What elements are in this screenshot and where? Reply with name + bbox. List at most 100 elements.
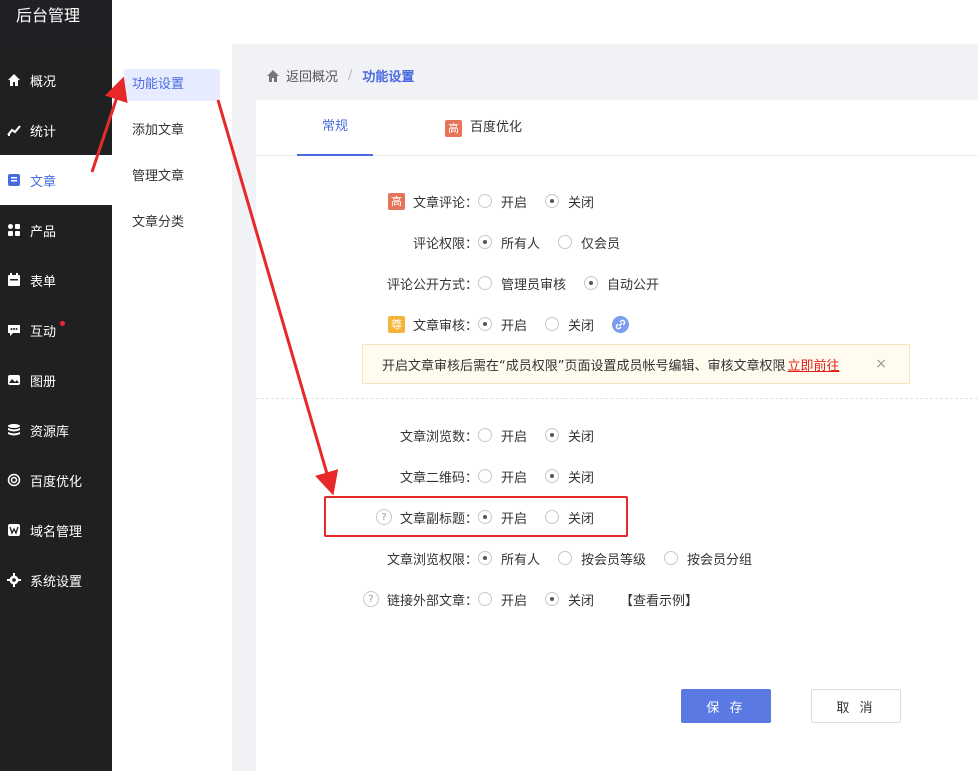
notice-go-link[interactable]: 立即前往 [787,355,839,374]
sidebar-item-label: 产品 [30,224,57,240]
radio-comment-public-auto[interactable]: 自动公开 [584,274,659,293]
radio-qrcode-off[interactable]: 关闭 [545,467,594,486]
radio-review-on[interactable]: 开启 [478,315,527,334]
setting-row-external-link: ? 链接外部文章： 开启 关闭 【查看示例】 [332,588,698,610]
setting-row-qrcode: 文章二维码： 开启 关闭 [358,465,612,487]
tab-general[interactable]: 常规 [297,100,373,156]
sidebar-item-domain[interactable]: 域名管理 [0,505,112,555]
radio-comment-on[interactable]: 开启 [478,192,527,211]
sidebar-item-label: 互动 [30,324,57,340]
sidebar-item-overview[interactable]: 概况 [0,55,112,105]
submenu-item-manage-articles[interactable]: 管理文章 [124,161,220,193]
sidebar-nav: 概况 统计 文章 产品 表单 互动 图册 资源库 百度优化 域名管理 系统设置 [0,55,112,605]
target-icon [7,473,21,487]
tab-label: 百度优化 [470,120,523,135]
radio-comment-public-review[interactable]: 管理员审核 [478,274,566,293]
w-icon [7,523,21,537]
notification-dot [60,321,65,326]
sidebar-item-label: 资源库 [30,424,70,440]
main-content: 返回概况 / 功能设置 常规 高 百度优化 高 文章评论： 开启 关闭 评论权限… [232,44,978,771]
advanced-badge: 高 [445,119,462,137]
premium-badge: 尊 [387,315,405,333]
sidebar-item-label: 文章 [30,174,57,190]
app-title: 后台管理 [0,0,112,44]
radio-external-link-off[interactable]: 关闭 [545,590,594,609]
setting-label: 链接外部文章： [386,593,478,609]
article-icon [7,173,21,187]
sidebar-item-label: 表单 [30,274,57,290]
radio-view-permission-level[interactable]: 按会员等级 [558,549,646,568]
radio-review-off[interactable]: 关闭 [545,315,594,334]
cancel-button[interactable]: 取 消 [811,689,901,723]
grid-icon [7,223,21,237]
sidebar-item-label: 系统设置 [30,574,83,590]
gear-icon [7,573,21,587]
sidebar-item-label: 图册 [30,374,57,390]
sidebar-item-product[interactable]: 产品 [0,205,112,255]
setting-row-review: 尊 文章审核： 开启 关闭 [358,313,630,335]
help-icon[interactable]: ? [362,591,379,607]
setting-label: 文章浏览数： [399,429,478,445]
view-example-link[interactable]: 【查看示例】 [620,590,698,609]
main-sidebar: 后台管理 概况 统计 文章 产品 表单 互动 图册 资源库 百度优化 域名管理 … [0,0,112,771]
setting-row-view-permission: 文章浏览权限： 所有人 按会员等级 按会员分组 [358,547,770,569]
tab-baidu-seo[interactable]: 高 百度优化 [445,100,522,156]
chart-icon [7,123,21,137]
breadcrumb: 返回概况 / 功能设置 [266,66,414,85]
sidebar-item-stats[interactable]: 统计 [0,105,112,155]
radio-comment-off[interactable]: 关闭 [545,192,594,211]
radio-subtitle-on[interactable]: 开启 [478,508,527,527]
chat-icon [7,323,21,337]
setting-row-comment-public: 评论公开方式： 管理员审核 自动公开 [358,272,677,294]
sidebar-item-label: 百度优化 [30,474,83,490]
radio-subtitle-off[interactable]: 关闭 [545,508,594,527]
setting-label: 评论权限： [412,236,478,252]
radio-external-link-on[interactable]: 开启 [478,590,527,609]
radio-comment-permission-all[interactable]: 所有人 [478,233,540,252]
sidebar-item-label: 域名管理 [30,524,83,540]
radio-qrcode-on[interactable]: 开启 [478,467,527,486]
breadcrumb-separator: / [348,68,353,83]
sidebar-item-label: 概况 [30,74,57,90]
sidebar-item-resources[interactable]: 资源库 [0,405,112,455]
sidebar-item-form[interactable]: 表单 [0,255,112,305]
breadcrumb-current: 功能设置 [362,70,415,85]
review-notice: 开启文章审核后需在“成员权限”页面设置成员帐号编辑、审核文章权限 立即前往 × [362,344,910,384]
tab-bar: 常规 高 百度优化 [256,100,978,156]
sidebar-item-interaction[interactable]: 互动 [0,305,112,355]
submenu-item-feature-settings[interactable]: 功能设置 [124,69,220,101]
setting-row-comment-permission: 评论权限： 所有人 仅会员 [358,231,638,253]
home-icon [267,69,279,82]
link-icon[interactable] [612,315,630,333]
radio-views-count-off[interactable]: 关闭 [545,426,594,445]
close-icon[interactable]: × [875,356,887,372]
notice-text: 开启文章审核后需在“成员权限”页面设置成员帐号编辑、审核文章权限 [382,358,786,374]
sidebar-item-label: 统计 [30,124,57,140]
setting-label: 文章二维码： [399,470,478,486]
radio-view-permission-all[interactable]: 所有人 [478,549,540,568]
setting-label: 文章浏览权限： [386,552,478,568]
setting-row-views-count: 文章浏览数： 开启 关闭 [358,424,612,446]
sidebar-item-article[interactable]: 文章 [0,155,112,205]
advanced-badge: 高 [387,192,405,210]
setting-label: 文章审核： [412,318,478,334]
radio-comment-permission-member[interactable]: 仅会员 [558,233,620,252]
sidebar-item-baidu-seo[interactable]: 百度优化 [0,455,112,505]
top-bar [112,0,978,44]
save-button[interactable]: 保 存 [681,689,771,723]
help-icon[interactable]: ? [375,509,392,525]
setting-label: 评论公开方式： [386,277,478,293]
radio-view-permission-group[interactable]: 按会员分组 [664,549,752,568]
calendar-icon [7,273,21,287]
home-icon [7,73,21,87]
radio-views-count-on[interactable]: 开启 [478,426,527,445]
breadcrumb-back-link[interactable]: 返回概况 [286,66,338,85]
section-divider [256,398,978,399]
setting-label: 文章副标题： [399,511,478,527]
submenu-item-article-category[interactable]: 文章分类 [124,207,220,239]
submenu-item-add-article[interactable]: 添加文章 [124,115,220,147]
tab-label: 常规 [321,119,348,134]
sidebar-item-settings[interactable]: 系统设置 [0,555,112,605]
setting-label: 文章评论： [412,195,478,211]
sidebar-item-album[interactable]: 图册 [0,355,112,405]
